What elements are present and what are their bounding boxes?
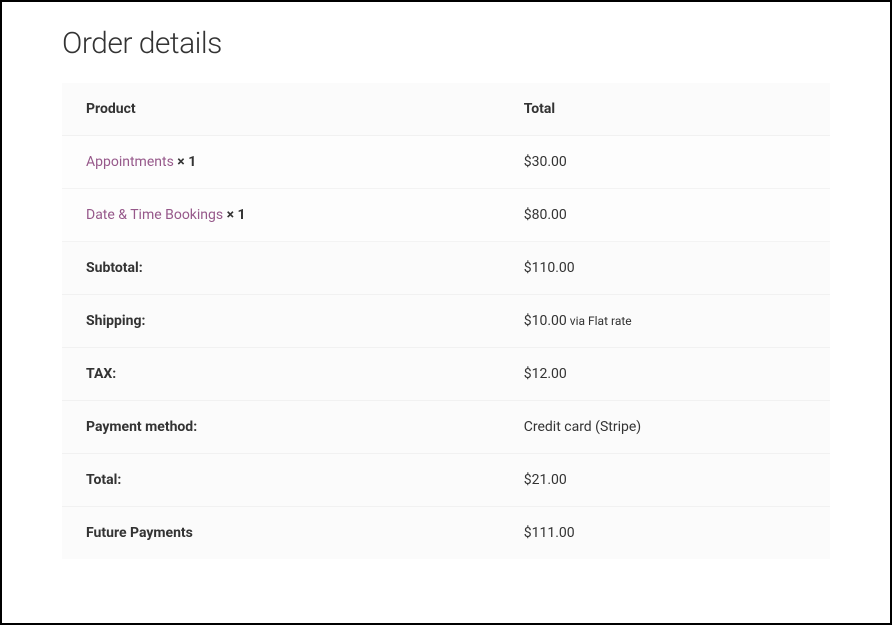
total-value: $21.00 [500, 454, 830, 507]
subtotal-label: Subtotal: [62, 242, 500, 295]
subtotal-value: $110.00 [500, 242, 830, 295]
shipping-via: via Flat rate [567, 314, 632, 328]
product-cell: Date & Time Bookings × 1 [62, 189, 500, 242]
shipping-row: Shipping: $10.00 via Flat rate [62, 295, 830, 348]
shipping-value: $10.00 via Flat rate [500, 295, 830, 348]
product-link[interactable]: Appointments [86, 154, 174, 170]
tax-value: $12.00 [500, 348, 830, 401]
tax-label: TAX: [62, 348, 500, 401]
column-header-total: Total [500, 83, 830, 136]
order-details-container: Order details Product Total Appointments… [2, 2, 890, 559]
total-label: Total: [62, 454, 500, 507]
column-header-product: Product [62, 83, 500, 136]
total-row: Total: $21.00 [62, 454, 830, 507]
product-cell: Appointments × 1 [62, 136, 500, 189]
future-payments-row: Future Payments $111.00 [62, 507, 830, 560]
subtotal-row: Subtotal: $110.00 [62, 242, 830, 295]
product-qty: × 1 [223, 207, 245, 223]
tax-row: TAX: $12.00 [62, 348, 830, 401]
table-header-row: Product Total [62, 83, 830, 136]
product-qty: × 1 [174, 154, 196, 170]
product-link[interactable]: Date & Time Bookings [86, 207, 223, 223]
future-payments-label: Future Payments [62, 507, 500, 560]
payment-method-label: Payment method: [62, 401, 500, 454]
page-title: Order details [62, 26, 830, 61]
future-payments-value: $111.00 [500, 507, 830, 560]
table-row: Date & Time Bookings × 1 $80.00 [62, 189, 830, 242]
table-row: Appointments × 1 $30.00 [62, 136, 830, 189]
product-total: $30.00 [500, 136, 830, 189]
shipping-label: Shipping: [62, 295, 500, 348]
product-total: $80.00 [500, 189, 830, 242]
payment-method-value: Credit card (Stripe) [500, 401, 830, 454]
payment-method-row: Payment method: Credit card (Stripe) [62, 401, 830, 454]
order-details-table: Product Total Appointments × 1 $30.00 Da… [62, 83, 830, 559]
